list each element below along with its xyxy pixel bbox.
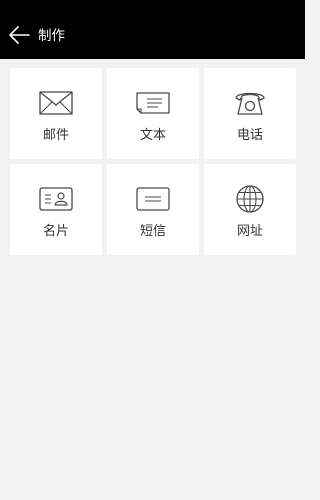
globe-icon xyxy=(235,184,265,214)
tile-text[interactable]: 文本 xyxy=(107,68,199,159)
tile-phone-label: 电话 xyxy=(236,128,263,143)
tile-url-label: 网址 xyxy=(236,224,263,239)
tile-business-card[interactable]: 名片 xyxy=(10,164,102,255)
tile-email-label: 邮件 xyxy=(42,128,69,143)
tile-sms[interactable]: 短信 xyxy=(107,164,199,255)
tile-business-card-label: 名片 xyxy=(42,224,69,239)
sms-message-icon xyxy=(136,186,170,212)
create-options-grid: 邮件 文本 电话 名片 短信 网址 xyxy=(0,0,305,500)
business-card-icon xyxy=(39,186,73,212)
tile-phone[interactable]: 电话 xyxy=(204,68,296,159)
envelope-icon xyxy=(39,91,73,115)
tile-text-label: 文本 xyxy=(139,128,166,143)
telephone-icon xyxy=(233,89,267,117)
text-note-icon xyxy=(136,91,170,115)
tile-sms-label: 短信 xyxy=(139,224,166,239)
tile-url[interactable]: 网址 xyxy=(204,164,296,255)
tile-email[interactable]: 邮件 xyxy=(10,68,102,159)
